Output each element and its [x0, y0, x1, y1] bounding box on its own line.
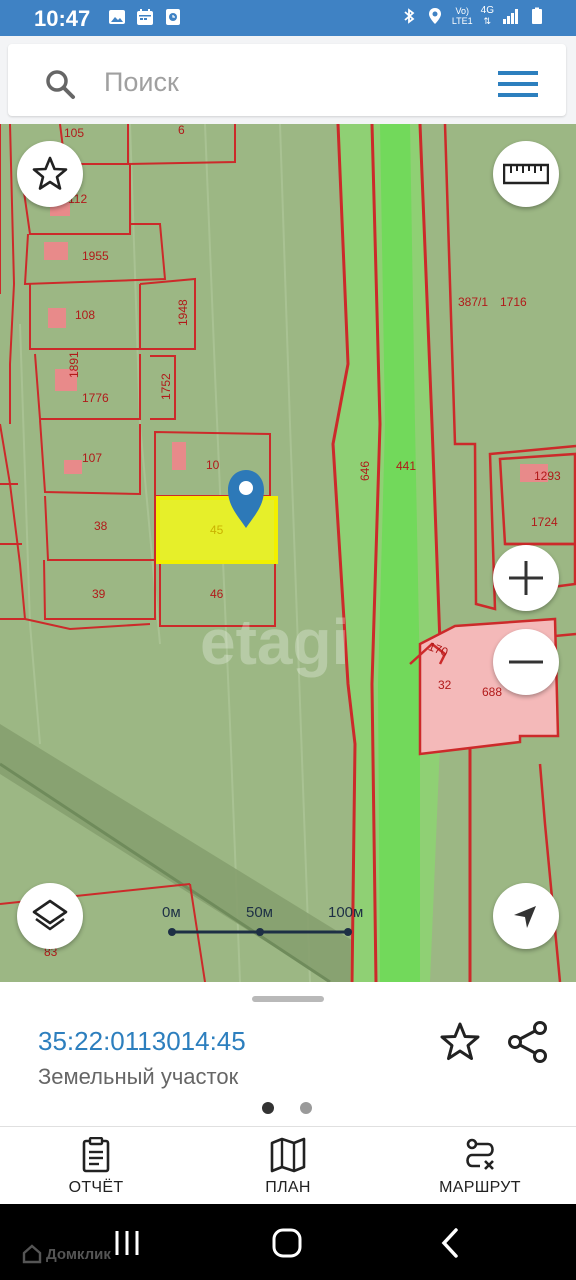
parcel-label: 1948 — [176, 299, 190, 326]
parcel-label: 6 — [178, 124, 185, 137]
location-icon — [428, 8, 441, 24]
nav-plan[interactable]: ПЛАН — [208, 1127, 368, 1205]
app-icon — [166, 9, 180, 25]
zoom-out-button[interactable] — [493, 629, 559, 695]
status-bar: 10:47 Vo) LTE1 4G ⇅ — [0, 0, 576, 36]
parcel-label: 387/1 — [458, 295, 488, 309]
scale-label: 50м — [246, 904, 273, 921]
status-time: 10:47 — [34, 6, 91, 31]
page-indicator-active — [262, 1102, 274, 1114]
home-icon[interactable] — [270, 1226, 304, 1260]
page-indicator — [300, 1102, 312, 1114]
parcel-label: 105 — [64, 126, 84, 140]
zoom-in-button[interactable] — [493, 545, 559, 611]
nav-report[interactable]: ОТЧЁТ — [16, 1127, 176, 1205]
parcel-label: 38 — [94, 519, 108, 533]
nav-route[interactable]: МАРШРУТ — [400, 1127, 560, 1205]
parcel-label: 1891 — [67, 351, 81, 378]
sheet-drag-handle[interactable] — [252, 996, 324, 1002]
parcel-label: 1716 — [500, 295, 527, 309]
volte-label: Vo) — [455, 6, 469, 16]
map-watermark: etagi — [200, 606, 349, 678]
bluetooth-icon — [404, 8, 415, 24]
parcel-label: 1776 — [82, 391, 109, 405]
network-label: 4G — [480, 5, 494, 16]
scale-line — [168, 928, 352, 936]
system-navigation-bar: Домклик — [0, 1204, 576, 1280]
parcel-type: Земельный участок — [38, 1064, 239, 1089]
parcel-label: 107 — [82, 451, 102, 465]
parcel-label: 1955 — [82, 249, 109, 263]
my-location-button[interactable] — [493, 883, 559, 949]
nav-route-label: МАРШРУТ — [439, 1179, 521, 1196]
parcel-label: 32 — [438, 678, 452, 692]
back-icon[interactable] — [436, 1226, 466, 1260]
search-input[interactable] — [104, 66, 464, 98]
bottom-nav: ОТЧЁТ ПЛАН МАРШРУТ — [0, 1126, 576, 1204]
search-box[interactable] — [8, 44, 566, 116]
map-scale-bar: 0м 50м 100м — [160, 904, 370, 944]
scale-label: 0м — [162, 904, 181, 921]
parcel-label: 1752 — [159, 373, 173, 400]
gallery-icon — [109, 10, 125, 24]
plus-icon — [509, 561, 543, 595]
cadastral-map[interactable]: etagi 105 6 112 1955 108 1948 1891 1776 … — [0, 124, 576, 982]
nav-plan-label: ПЛАН — [265, 1179, 311, 1196]
clipboard-report-icon — [82, 1137, 110, 1173]
parcel-label: 39 — [92, 587, 106, 601]
parcel-label: 108 — [75, 308, 95, 322]
calendar-icon — [137, 9, 153, 25]
map-plan-icon — [270, 1137, 306, 1173]
signal-icon — [503, 9, 518, 24]
volte-icon: Vo) LTE1 — [452, 6, 473, 26]
lte-label: LTE1 — [451, 16, 473, 26]
4g-icon: 4G ⇅ — [480, 5, 494, 27]
domclick-watermark: Домклик — [22, 1244, 111, 1264]
selected-parcel-label: 45 — [210, 523, 224, 537]
parcel-label: 646 — [358, 461, 372, 481]
star-outline-icon — [32, 156, 68, 190]
hamburger-menu-icon[interactable] — [498, 70, 538, 98]
parcel-label: 10 — [206, 458, 220, 472]
battery-icon — [532, 7, 542, 24]
share-icon[interactable] — [506, 1020, 550, 1064]
favorite-map-button[interactable] — [17, 141, 83, 207]
parcel-label: 441 — [396, 459, 416, 473]
minus-icon — [509, 660, 543, 664]
house-logo-icon — [22, 1244, 42, 1264]
map-canvas[interactable]: etagi 105 6 112 1955 108 1948 1891 1776 … — [0, 124, 576, 982]
cadastral-number: 35:22:0113014:45 — [38, 1026, 246, 1056]
layers-button[interactable] — [17, 883, 83, 949]
nav-report-label: ОТЧЁТ — [68, 1179, 124, 1196]
parcel-label: 688 — [482, 685, 502, 699]
parcel-label: 1724 — [531, 515, 558, 529]
favorite-star-icon[interactable] — [438, 1020, 482, 1064]
scale-label: 100м — [328, 904, 364, 921]
domclick-logo-text: Домклик — [46, 1245, 111, 1263]
parcel-label: 46 — [210, 587, 224, 601]
navigation-arrow-icon — [514, 906, 536, 928]
search-area — [0, 36, 576, 124]
route-icon — [466, 1138, 494, 1170]
ruler-icon — [503, 163, 549, 185]
parcel-label: 1293 — [534, 469, 561, 483]
ruler-measure-button[interactable] — [493, 141, 559, 207]
parcel-info-sheet[interactable]: 35:22:0113014:45 Земельный участок — [0, 982, 576, 1126]
layers-icon — [32, 899, 68, 931]
search-icon[interactable] — [44, 68, 76, 100]
recent-apps-icon[interactable] — [112, 1228, 142, 1258]
